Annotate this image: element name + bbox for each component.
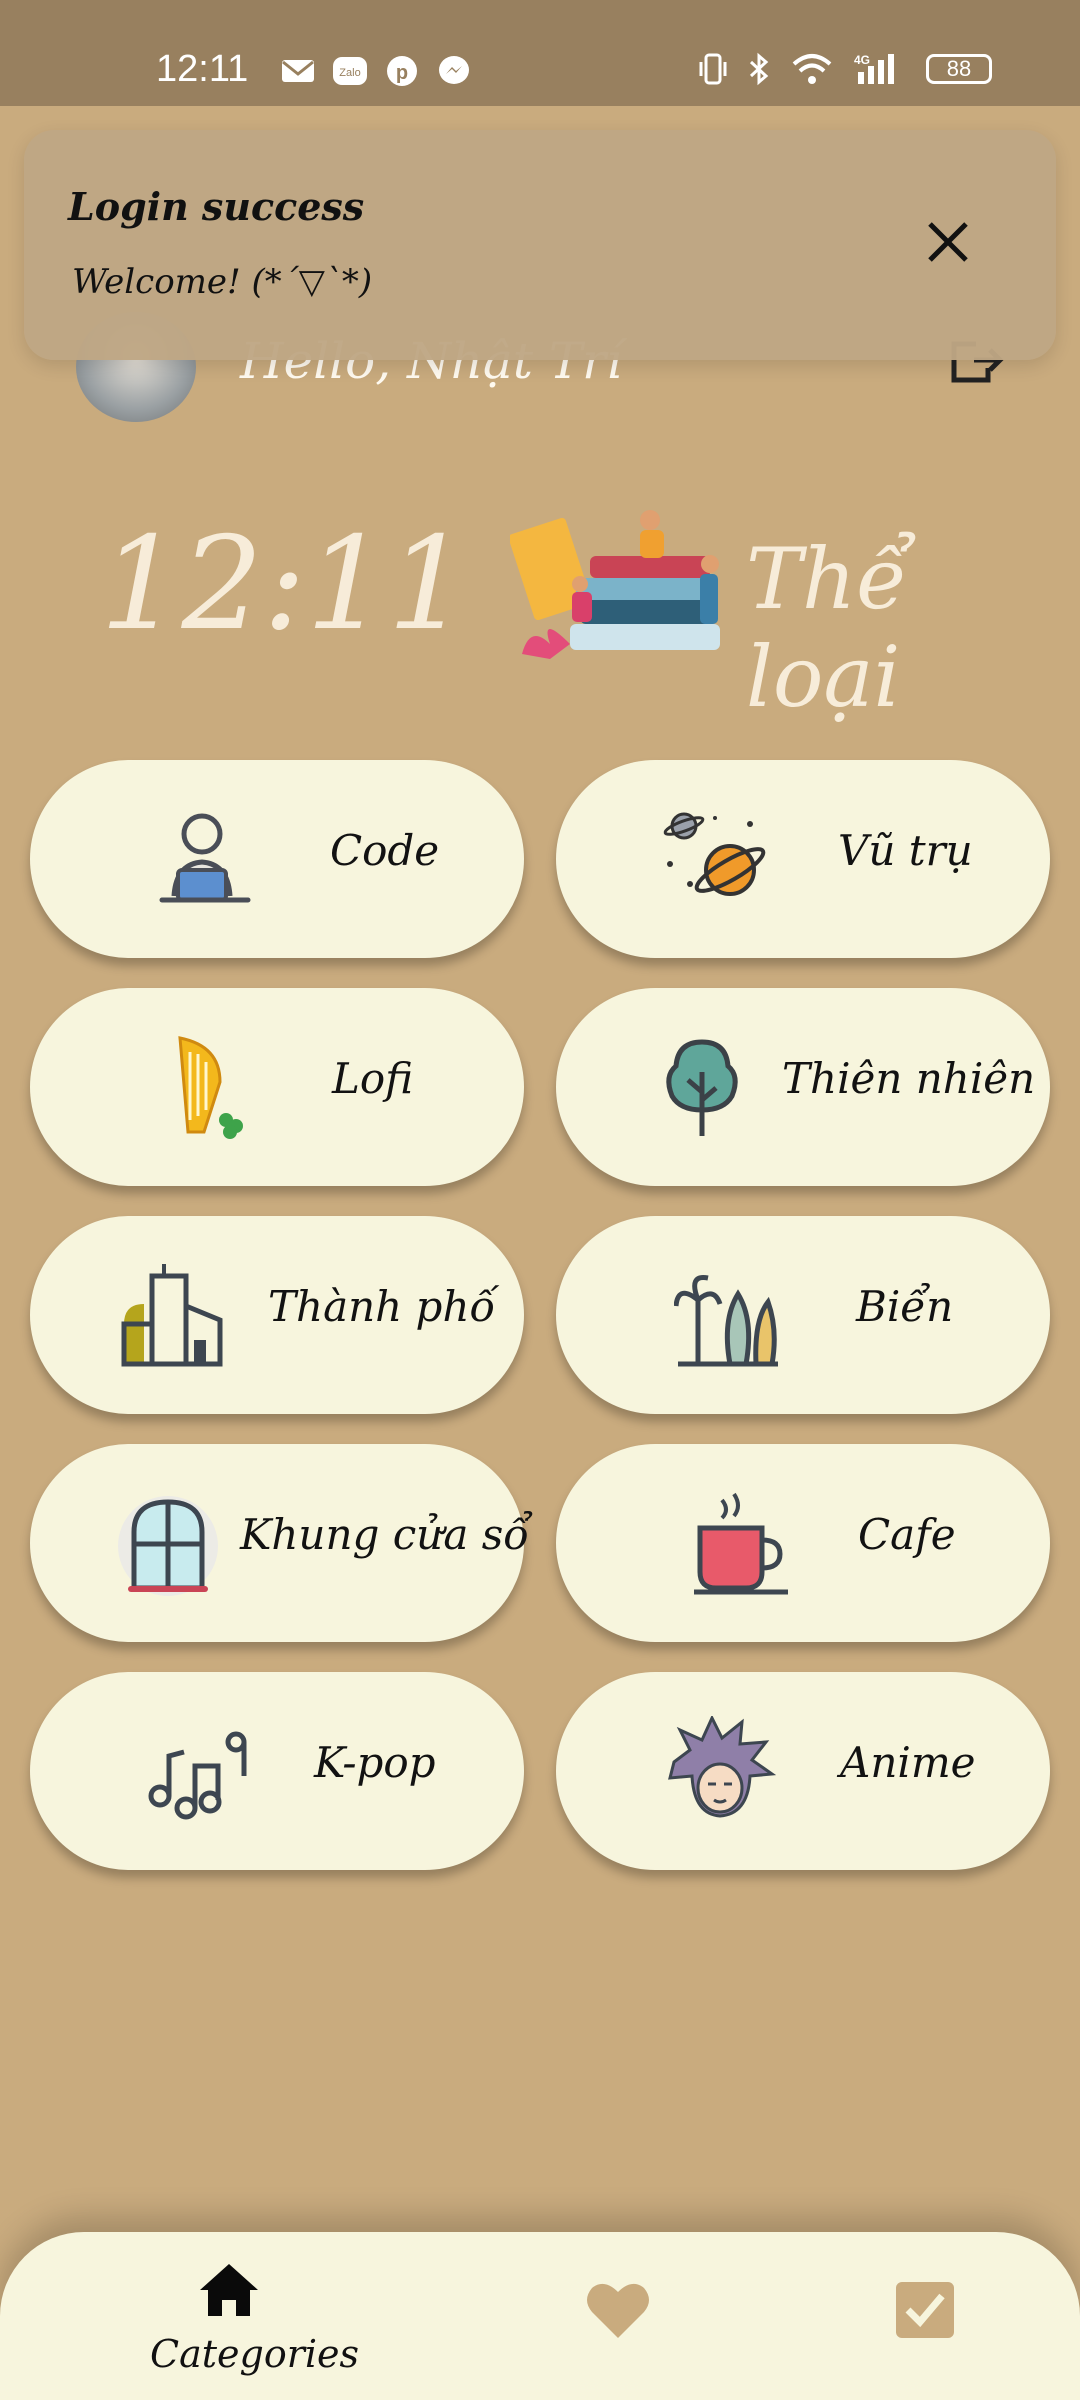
svg-text:4G: 4G	[854, 53, 870, 67]
messenger-icon	[436, 54, 472, 88]
category-label: Anime	[840, 1738, 976, 1787]
category-nature[interactable]: Thiên nhiên	[556, 988, 1050, 1186]
wifi-icon	[792, 54, 832, 84]
system-icons: 4G 88	[698, 52, 992, 86]
category-city[interactable]: Thành phố	[30, 1216, 524, 1414]
category-code[interactable]: Code	[30, 760, 524, 958]
heart-icon[interactable]	[586, 2280, 650, 2340]
login-toast: Login success Welcome! (*´▽`*)	[24, 130, 1056, 360]
category-label: K-pop	[314, 1738, 436, 1787]
nav-categories-label: Categories	[150, 2332, 359, 2376]
category-anime[interactable]: Anime	[556, 1672, 1050, 1870]
vibrate-icon	[699, 53, 727, 85]
status-bar: 12:11 Zalo p 4G 88	[0, 0, 1080, 106]
coder-laptop-icon	[159, 813, 251, 903]
category-label: Cafe	[858, 1510, 956, 1559]
toast-title: Login success	[68, 184, 365, 229]
notification-icons: Zalo p	[280, 54, 472, 88]
category-window[interactable]: Khung cửa sổ	[30, 1444, 529, 1642]
category-label: Biển	[856, 1282, 954, 1331]
section-title: Thể loại	[746, 530, 908, 726]
nav-categories[interactable]: Categories	[150, 2262, 359, 2382]
books-illustration	[510, 510, 720, 659]
status-time: 12:11	[156, 48, 249, 90]
zalo-icon: Zalo	[332, 54, 368, 88]
category-label: Vũ trụ	[838, 826, 973, 875]
window-icon	[118, 1496, 218, 1596]
bottom-navigation: Categories	[0, 2232, 1080, 2400]
anime-face-icon	[668, 1716, 776, 1818]
svg-text:Zalo: Zalo	[339, 67, 360, 79]
mail-icon	[280, 54, 316, 88]
category-cafe[interactable]: Cafe	[556, 1444, 1050, 1642]
tree-icon	[666, 1039, 738, 1136]
category-label: Thành phố	[268, 1282, 496, 1331]
category-label: Code	[330, 826, 440, 875]
pinterest-icon: p	[384, 54, 420, 88]
category-lofi[interactable]: Lofi	[30, 988, 524, 1186]
category-beach[interactable]: Biển	[556, 1216, 1050, 1414]
battery-indicator: 88	[926, 54, 992, 84]
palm-tree-icon	[674, 1274, 778, 1367]
svg-text:p: p	[396, 62, 408, 84]
toast-message: Welcome! (*´▽`*)	[72, 262, 373, 302]
city-icon	[121, 1264, 223, 1367]
category-label: Lofi	[332, 1054, 414, 1103]
category-label: Thiên nhiên	[782, 1054, 1036, 1103]
bluetooth-icon	[749, 52, 769, 86]
checkbox-icon[interactable]	[894, 2280, 956, 2340]
signal-icon: 4G	[854, 53, 894, 84]
close-icon[interactable]	[920, 214, 976, 270]
category-space[interactable]: Vũ trụ	[556, 760, 1050, 958]
category-kpop[interactable]: K-pop	[30, 1672, 524, 1870]
home-icon	[200, 2264, 258, 2316]
planet-icon	[663, 812, 766, 896]
clock-display: 12:11	[100, 510, 469, 659]
music-notes-icon	[148, 1731, 247, 1820]
category-label: Khung cửa sổ	[240, 1510, 529, 1559]
coffee-cup-icon	[694, 1492, 788, 1595]
harp-icon	[178, 1036, 243, 1139]
